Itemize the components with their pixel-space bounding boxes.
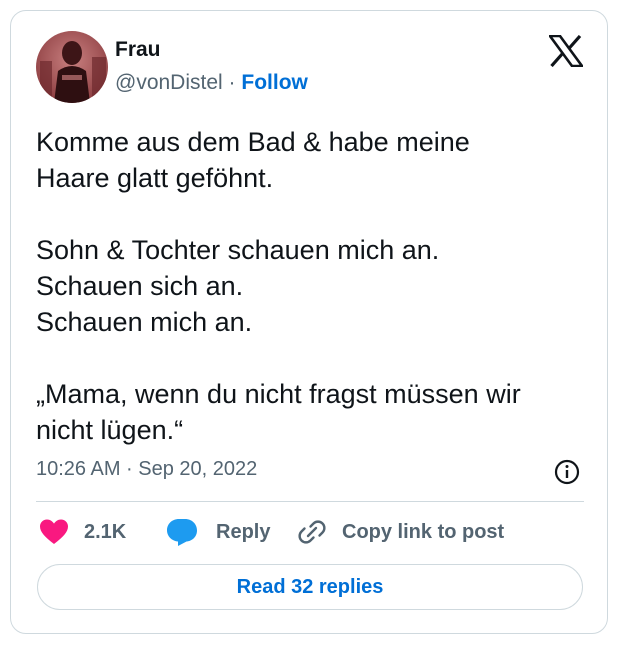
read-replies-label: Read 32 replies [236, 575, 384, 598]
separator-dot: · [228, 71, 236, 94]
link-icon [298, 520, 326, 544]
like-button[interactable]: 2.1K [39, 516, 126, 548]
avatar-image [36, 31, 108, 103]
reply-label: Reply [216, 520, 271, 543]
info-icon[interactable] [554, 459, 580, 485]
tweet-embed-card: Frau @vonDistel · Follow Komme aus dem B… [10, 10, 608, 634]
author-name[interactable]: Frau [115, 38, 161, 62]
tweet-text: Komme aus dem Bad & habe meine Haare gla… [36, 127, 521, 445]
reply-bubble-icon [167, 519, 197, 546]
like-count: 2.1K [84, 520, 127, 543]
author-avatar[interactable] [36, 31, 108, 103]
read-replies-button[interactable]: Read 32 replies [37, 564, 583, 610]
tweet-timestamp[interactable]: 10:26 AM · Sep 20, 2022 [36, 458, 257, 481]
reply-button[interactable]: Reply [166, 516, 270, 548]
author-handle-row: @vonDistel · Follow [115, 71, 308, 95]
divider [36, 501, 584, 502]
follow-button[interactable]: Follow [241, 71, 308, 94]
copy-link-label: Copy link to post [342, 520, 505, 543]
x-logo-icon[interactable] [549, 35, 583, 67]
heart-icon [40, 519, 68, 544]
author-handle[interactable]: @vonDistel [115, 71, 223, 94]
copy-link-button[interactable]: Copy link to post [298, 516, 504, 548]
